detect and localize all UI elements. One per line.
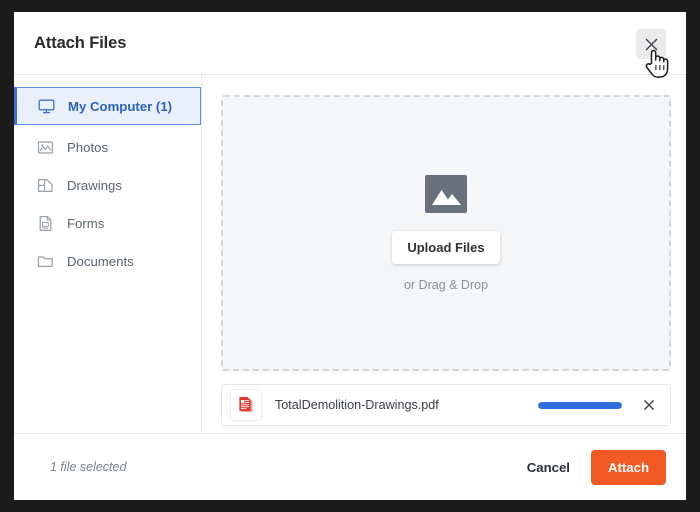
upload-progress-bar xyxy=(538,401,622,409)
sidebar-item-drawings[interactable]: Drawings xyxy=(14,167,201,203)
cancel-button[interactable]: Cancel xyxy=(523,454,574,481)
file-dropzone[interactable]: Upload Files or Drag & Drop xyxy=(221,95,671,371)
sidebar-item-documents[interactable]: Documents xyxy=(14,243,201,279)
dialog-header: Attach Files xyxy=(14,12,686,75)
sidebar-item-label: Drawings xyxy=(67,177,122,193)
dialog-body: My Computer (1) Photos Drawings Forms Do… xyxy=(14,75,686,433)
dialog-footer: 1 file selected Cancel Attach xyxy=(14,433,686,500)
sidebar-item-label: My Computer (1) xyxy=(68,98,173,114)
selected-file-row: TotalDemolition-Drawings.pdf xyxy=(221,384,671,426)
sidebar-item-my-computer[interactable]: My Computer (1) xyxy=(14,87,201,125)
selected-files-status: 1 file selected xyxy=(50,460,127,474)
dialog-title: Attach Files xyxy=(34,33,127,52)
upload-files-button[interactable]: Upload Files xyxy=(392,230,500,264)
upload-progress-fill xyxy=(538,401,622,409)
close-icon xyxy=(644,37,659,52)
sidebar-item-label: Documents xyxy=(67,253,134,269)
attach-files-dialog: Attach Files My Computer (1) Photos Draw… xyxy=(14,12,686,500)
drag-drop-hint: or Drag & Drop xyxy=(403,277,489,292)
photo-icon xyxy=(36,138,54,156)
remove-file-button[interactable] xyxy=(642,398,656,412)
content-area: Upload Files or Drag & Drop TotalDemolit… xyxy=(202,75,686,433)
file-name-label: TotalDemolition-Drawings.pdf xyxy=(275,398,439,412)
sidebar-item-photos[interactable]: Photos xyxy=(14,129,201,165)
pdf-file-icon xyxy=(230,389,262,421)
sidebar-item-forms[interactable]: Forms xyxy=(14,205,201,241)
source-sidebar: My Computer (1) Photos Drawings Forms Do… xyxy=(14,75,202,433)
sidebar-item-label: Forms xyxy=(67,215,105,231)
monitor-icon xyxy=(37,97,55,115)
attach-button[interactable]: Attach xyxy=(590,449,666,485)
form-icon xyxy=(36,214,54,232)
drawings-icon xyxy=(36,176,54,194)
sidebar-item-label: Photos xyxy=(67,139,109,155)
folder-icon xyxy=(36,252,54,270)
image-placeholder-icon xyxy=(425,174,467,213)
close-dialog-button[interactable] xyxy=(636,29,666,59)
